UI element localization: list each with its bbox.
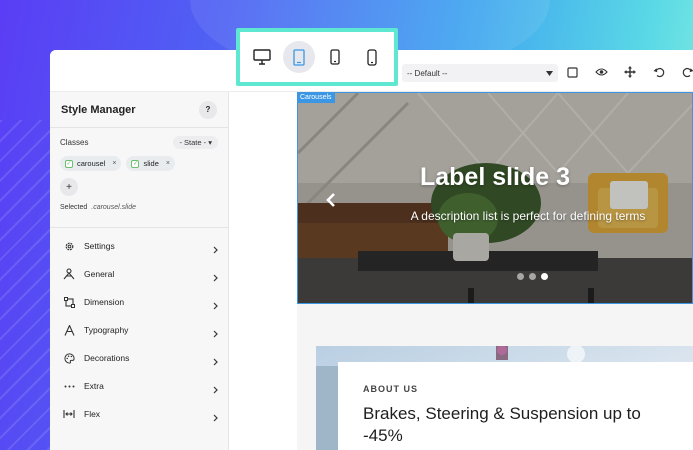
dots-icon xyxy=(62,379,76,393)
chevron-right-icon xyxy=(213,381,218,399)
slide-background-image xyxy=(298,93,692,303)
chevron-right-icon xyxy=(213,353,218,371)
sector-dimension[interactable]: Dimension xyxy=(50,288,228,316)
device-select[interactable]: -- Default -- xyxy=(402,64,558,82)
sector-label: Settings xyxy=(84,241,115,251)
chevron-right-icon xyxy=(213,325,218,343)
redo-icon[interactable] xyxy=(680,64,693,80)
carousel-dot-2[interactable] xyxy=(529,273,536,280)
selected-label: Selected xyxy=(60,204,88,211)
slide-description: A description list is perfect for defini… xyxy=(410,209,646,223)
desktop-icon xyxy=(253,49,271,65)
carousel[interactable]: Label slide 3 A description list is perf… xyxy=(297,92,693,304)
slide-title: Label slide 3 xyxy=(419,163,571,191)
chevron-right-icon xyxy=(213,409,218,427)
class-tag-carousel[interactable]: ✓ carousel × xyxy=(60,156,122,171)
mobile-portrait-icon xyxy=(367,48,377,66)
eye-icon[interactable] xyxy=(593,64,609,80)
sector-label: Flex xyxy=(84,409,101,419)
selected-row: Selected .carousel.slide xyxy=(60,204,218,211)
mobile-landscape-icon xyxy=(330,49,340,65)
sector-decorations[interactable]: Decorations xyxy=(50,344,228,372)
about-eyebrow: ABOUT US xyxy=(363,384,418,394)
chevron-down-icon xyxy=(546,69,553,78)
chevron-right-icon xyxy=(213,269,218,287)
about-title: Brakes, Steering & Suspension up to -45% xyxy=(363,404,641,445)
sector-extra[interactable]: Extra xyxy=(50,372,228,400)
sector-label: Extra xyxy=(84,381,104,391)
close-icon[interactable]: × xyxy=(112,160,116,167)
chevron-right-icon xyxy=(213,297,218,315)
chevron-left-icon[interactable] xyxy=(326,193,336,212)
palette-icon xyxy=(62,351,76,365)
dimension-icon xyxy=(62,295,76,309)
typography-icon xyxy=(62,323,76,337)
carousel-dot-1[interactable] xyxy=(517,273,524,280)
device-mobile-landscape-button[interactable] xyxy=(319,41,351,73)
component-badge: Carousels xyxy=(297,92,335,103)
sector-flex[interactable]: Flex xyxy=(50,400,228,428)
class-tag-label: slide xyxy=(143,159,159,168)
about-card: ABOUT US Brakes, Steering & Suspension u… xyxy=(338,362,693,450)
class-tag-label: carousel xyxy=(77,159,106,168)
move-icon[interactable] xyxy=(622,64,638,80)
style-manager-title: Style Manager xyxy=(61,103,136,116)
sector-label: General xyxy=(84,269,115,279)
flex-icon xyxy=(62,407,76,421)
gear-icon xyxy=(62,239,76,253)
classes-label: Classes xyxy=(60,137,89,147)
editor-window: -- Default -- Style Manager ? Classes - … xyxy=(50,50,693,450)
sector-label: Dimension xyxy=(84,297,125,307)
general-icon xyxy=(62,267,76,281)
sector-label: Typography xyxy=(84,325,129,335)
sector-list: Settings General Dimension Typography De… xyxy=(50,228,228,428)
device-desktop-button[interactable] xyxy=(246,41,278,73)
checkbox-icon[interactable]: ✓ xyxy=(65,159,73,168)
sector-typography[interactable]: Typography xyxy=(50,316,228,344)
sector-settings[interactable]: Settings xyxy=(50,232,228,260)
add-class-button[interactable]: + xyxy=(60,178,78,196)
carousel-indicators xyxy=(517,273,548,280)
device-switcher xyxy=(236,28,398,86)
device-mobile-portrait-button[interactable] xyxy=(356,41,388,73)
tablet-icon xyxy=(293,48,305,66)
state-select[interactable]: - State - ▾ xyxy=(173,135,218,149)
checkbox-icon[interactable]: ✓ xyxy=(131,159,140,168)
canvas-area[interactable]: Label slide 3 A description list is perf… xyxy=(230,92,693,450)
device-select-value: -- Default -- xyxy=(407,68,448,78)
help-button[interactable]: ? xyxy=(199,100,217,119)
style-manager-panel: Style Manager ? Classes - State - ▾ ✓ ca… xyxy=(50,92,229,450)
carousel-dot-3[interactable] xyxy=(541,273,548,280)
classes-section: Classes - State - ▾ ✓ carousel × ✓ slide… xyxy=(50,128,228,228)
close-icon[interactable]: × xyxy=(166,160,170,167)
chevron-right-icon xyxy=(213,241,218,259)
sector-label: Decorations xyxy=(84,353,130,363)
sector-general[interactable]: General xyxy=(50,260,228,288)
class-tag-slide[interactable]: ✓ slide × xyxy=(126,156,175,171)
undo-icon[interactable] xyxy=(651,64,667,80)
device-tablet-button[interactable] xyxy=(282,41,315,73)
square-outline-icon[interactable] xyxy=(564,64,580,80)
selected-value: .carousel.slide xyxy=(91,204,136,211)
